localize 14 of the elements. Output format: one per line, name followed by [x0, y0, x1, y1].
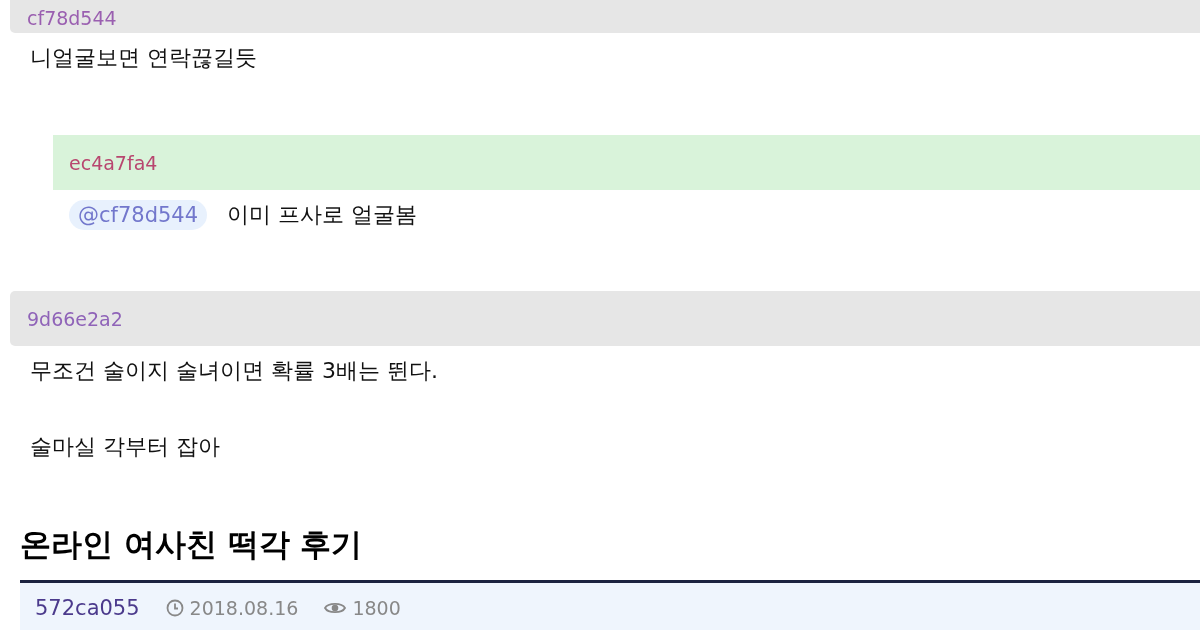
post-author[interactable]: 572ca055	[35, 596, 140, 620]
clock-icon	[165, 599, 184, 617]
post-date: 2018.08.16	[189, 597, 299, 619]
comment-text: 니얼굴보면 연락끊길듯	[30, 44, 258, 72]
comment-author[interactable]: 9d66e2a2	[27, 307, 123, 330]
mention-tag[interactable]: @cf78d544	[69, 200, 208, 230]
post-title: 온라인 여사친 떡각 후기	[20, 525, 364, 564]
eye-icon	[324, 601, 347, 615]
comment-text: 무조건 술이지 술녀이면 확률 3배는 뛴다.	[30, 357, 439, 385]
comment-author[interactable]: ec4a7fa4	[69, 151, 158, 174]
comment-author[interactable]: cf78d544	[27, 7, 117, 29]
comment-text: 술마실 각부터 잡아	[30, 433, 221, 461]
view-count: 1800	[352, 597, 401, 619]
comment-text: 이미 프사로 얼굴봄	[227, 201, 418, 229]
